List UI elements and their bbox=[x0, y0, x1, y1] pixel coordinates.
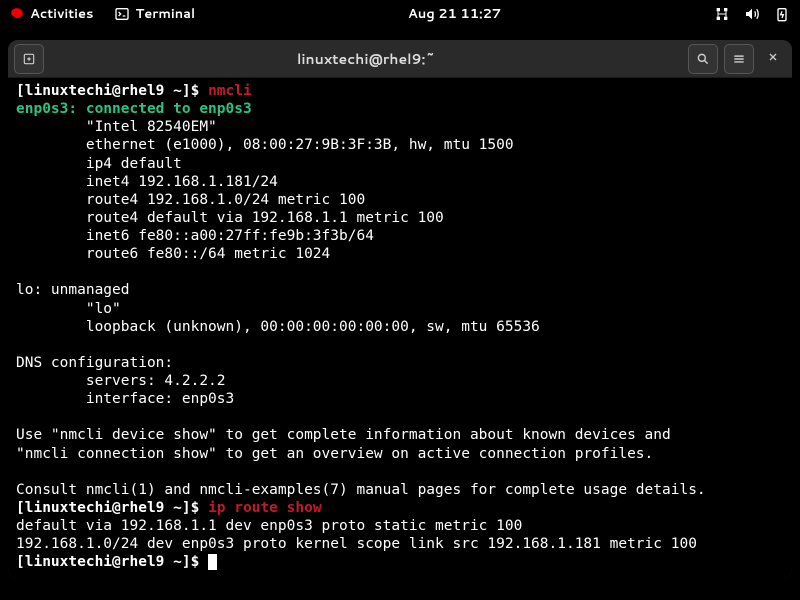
cursor bbox=[208, 554, 217, 570]
output-line: loopback (unknown), 00:00:00:00:00:00, s… bbox=[16, 319, 540, 335]
volume-icon bbox=[744, 6, 760, 22]
clock[interactable]: Aug 21 11:27 bbox=[195, 5, 714, 23]
output-line: "lo" bbox=[16, 301, 121, 317]
hamburger-icon bbox=[732, 52, 746, 66]
network-icon bbox=[714, 6, 730, 22]
output-line: inet6 fe80::a00:27ff:fe9b:3f3b/64 bbox=[16, 228, 374, 244]
prompt: [linuxtechi@rhel9 ~]$ bbox=[16, 500, 208, 516]
output-line: DNS configuration: bbox=[16, 355, 173, 371]
output-line: route4 192.168.1.0/24 metric 100 bbox=[16, 192, 365, 208]
search-button[interactable] bbox=[688, 44, 718, 74]
activities-button[interactable]: Activities bbox=[10, 5, 94, 23]
close-icon bbox=[767, 51, 779, 63]
output-line: inet4 192.168.1.181/24 bbox=[16, 174, 278, 190]
output-line: "nmcli connection show" to get an overvi… bbox=[16, 446, 653, 462]
titlebar: linuxtechi@rhel9:~ bbox=[8, 40, 792, 78]
new-tab-icon bbox=[22, 52, 36, 66]
window-title: linuxtechi@rhel9:~ bbox=[44, 49, 688, 69]
output-line: servers: 4.2.2.2 bbox=[16, 373, 226, 389]
command: ip route show bbox=[208, 500, 322, 516]
menu-button[interactable] bbox=[724, 44, 754, 74]
prompt: [linuxtechi@rhel9 ~]$ bbox=[16, 554, 208, 570]
output-line: route6 fe80::/64 metric 1024 bbox=[16, 246, 330, 262]
redhat-icon bbox=[10, 7, 24, 21]
prompt: [linuxtechi@rhel9 ~]$ bbox=[16, 83, 208, 99]
gnome-topbar: Activities Terminal Aug 21 11:27 bbox=[0, 0, 800, 28]
power-icon bbox=[774, 6, 790, 22]
search-icon bbox=[696, 52, 710, 66]
output-line: lo: unmanaged bbox=[16, 282, 130, 298]
output-line: ip4 default bbox=[16, 156, 182, 172]
app-name: Terminal bbox=[136, 5, 196, 23]
activities-label: Activities bbox=[30, 5, 94, 23]
output-line: enp0s3: connected to enp0s3 bbox=[16, 101, 252, 117]
command: nmcli bbox=[208, 83, 252, 99]
output-line: route4 default via 192.168.1.1 metric 10… bbox=[16, 210, 444, 226]
output-line: default via 192.168.1.1 dev enp0s3 proto… bbox=[16, 518, 522, 534]
output-line: 192.168.1.0/24 dev enp0s3 proto kernel s… bbox=[16, 536, 697, 552]
close-button[interactable] bbox=[760, 44, 786, 70]
terminal-window: linuxtechi@rhel9:~ [linuxtechi@rhel9 ~]$… bbox=[8, 40, 792, 578]
output-line: ethernet (e1000), 08:00:27:9B:3F:3B, hw,… bbox=[16, 137, 514, 153]
app-indicator[interactable]: Terminal bbox=[114, 5, 196, 23]
output-line: interface: enp0s3 bbox=[16, 391, 234, 407]
new-tab-button[interactable] bbox=[14, 44, 44, 74]
terminal-content[interactable]: [linuxtechi@rhel9 ~]$ nmcli enp0s3: conn… bbox=[8, 78, 792, 578]
output-line: Consult nmcli(1) and nmcli-examples(7) m… bbox=[16, 482, 706, 498]
output-line: "Intel 82540EM" bbox=[16, 119, 217, 135]
output-line: Use "nmcli device show" to get complete … bbox=[16, 427, 671, 443]
terminal-app-icon bbox=[114, 6, 130, 22]
system-status-area[interactable] bbox=[714, 6, 790, 22]
